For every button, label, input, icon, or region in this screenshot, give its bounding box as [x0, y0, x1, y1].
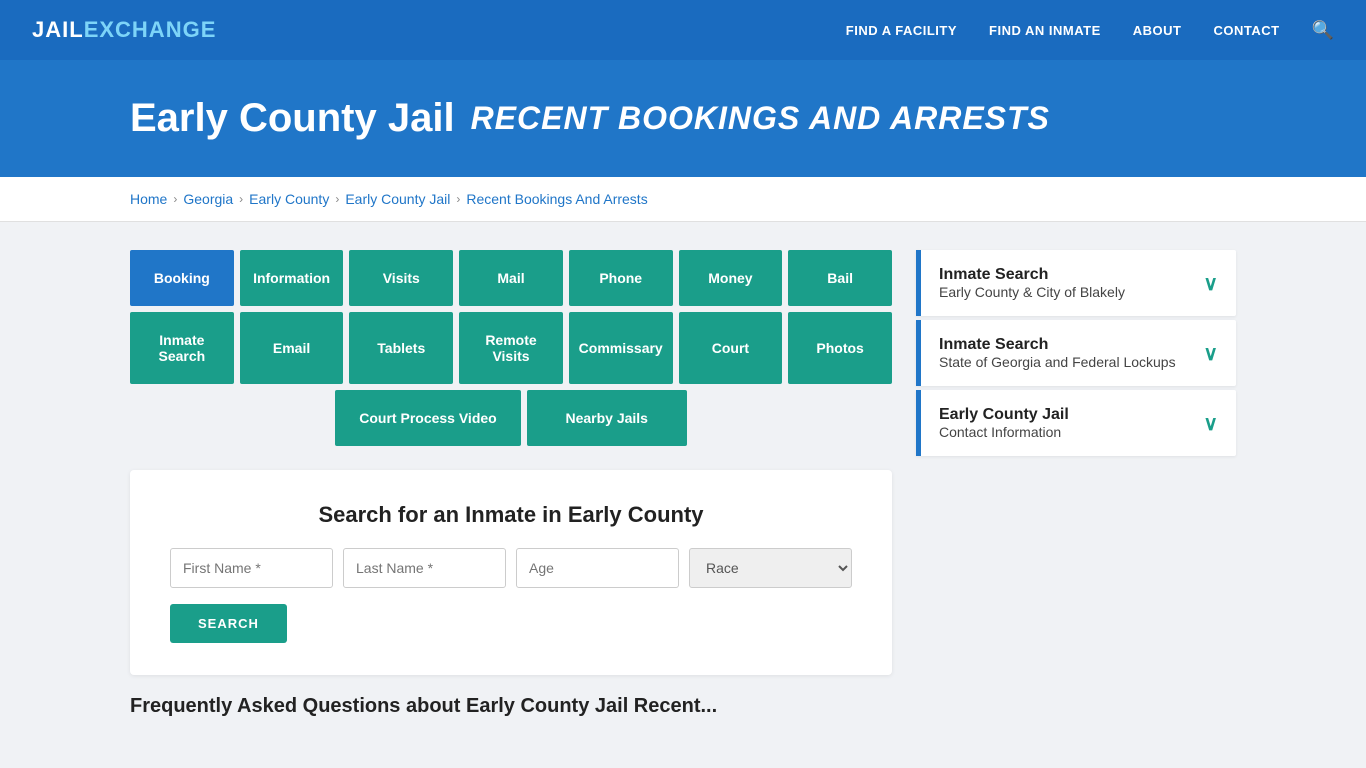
btn-photos[interactable]: Photos	[788, 312, 892, 384]
btn-bail[interactable]: Bail	[788, 250, 892, 306]
btn-mail[interactable]: Mail	[459, 250, 563, 306]
main-content: Booking Information Visits Mail Phone Mo…	[0, 222, 1366, 750]
first-name-input[interactable]	[170, 548, 333, 588]
chevron-icon-1: ∨	[1203, 271, 1218, 296]
sidebar-card-titles-2: Inmate Search State of Georgia and Feder…	[939, 336, 1176, 370]
btn-court[interactable]: Court	[679, 312, 783, 384]
breadcrumb-current: Recent Bookings And Arrests	[466, 191, 647, 207]
breadcrumb-sep-3: ›	[335, 192, 339, 206]
breadcrumb-sep-1: ›	[173, 192, 177, 206]
sidebar-card-title-bottom-2: State of Georgia and Federal Lockups	[939, 354, 1176, 370]
breadcrumb-sep-4: ›	[456, 192, 460, 206]
breadcrumb-georgia[interactable]: Georgia	[183, 191, 233, 207]
nav-find-facility[interactable]: FIND A FACILITY	[846, 23, 957, 38]
search-panel: Search for an Inmate in Early County Rac…	[130, 470, 892, 675]
sidebar-card-contact-info: Early County Jail Contact Information ∨	[916, 390, 1236, 456]
right-sidebar: Inmate Search Early County & City of Bla…	[916, 250, 1236, 460]
sidebar-card-inmate-search-early: Inmate Search Early County & City of Bla…	[916, 250, 1236, 316]
race-select[interactable]: Race White Black Hispanic Asian Other	[689, 548, 852, 588]
logo-exchange: EXCHANGE	[84, 17, 217, 43]
btn-inmate-search[interactable]: Inmate Search	[130, 312, 234, 384]
faq-title: Frequently Asked Questions about Early C…	[130, 695, 892, 718]
sidebar-card-header-2[interactable]: Inmate Search State of Georgia and Feder…	[916, 320, 1236, 386]
btn-visits[interactable]: Visits	[349, 250, 453, 306]
search-icon[interactable]: 🔍	[1312, 20, 1334, 41]
btn-nearby-jails[interactable]: Nearby Jails	[527, 390, 687, 446]
sidebar-card-title-top-2: Inmate Search	[939, 336, 1176, 354]
nav-button-row1: Booking Information Visits Mail Phone Mo…	[130, 250, 892, 306]
sidebar-card-title-top-3: Early County Jail	[939, 406, 1069, 424]
chevron-icon-2: ∨	[1203, 341, 1218, 366]
search-button[interactable]: SEARCH	[170, 604, 287, 643]
sidebar-card-title-top-1: Inmate Search	[939, 266, 1125, 284]
sidebar-card-titles-1: Inmate Search Early County & City of Bla…	[939, 266, 1125, 300]
btn-email[interactable]: Email	[240, 312, 344, 384]
faq-section: Frequently Asked Questions about Early C…	[130, 695, 892, 718]
nav-contact[interactable]: CONTACT	[1213, 23, 1279, 38]
logo-jail: JAIL	[32, 17, 84, 43]
breadcrumb-early-county-jail[interactable]: Early County Jail	[345, 191, 450, 207]
hero-main-title: Early County Jail	[130, 96, 455, 141]
breadcrumb: Home › Georgia › Early County › Early Co…	[0, 177, 1366, 222]
breadcrumb-home[interactable]: Home	[130, 191, 167, 207]
btn-tablets[interactable]: Tablets	[349, 312, 453, 384]
nav-button-row3: Court Process Video Nearby Jails	[130, 390, 892, 446]
sidebar-card-titles-3: Early County Jail Contact Information	[939, 406, 1069, 440]
page-title: Early County Jail Recent Bookings and Ar…	[130, 96, 1334, 141]
sidebar-card-title-bottom-3: Contact Information	[939, 424, 1069, 440]
btn-commissary[interactable]: Commissary	[569, 312, 673, 384]
btn-money[interactable]: Money	[679, 250, 783, 306]
last-name-input[interactable]	[343, 548, 506, 588]
nav-button-row2: Inmate Search Email Tablets Remote Visit…	[130, 312, 892, 384]
hero-subtitle: Recent Bookings and Arrests	[471, 100, 1050, 137]
sidebar-card-title-bottom-1: Early County & City of Blakely	[939, 284, 1125, 300]
left-panel: Booking Information Visits Mail Phone Mo…	[130, 250, 892, 722]
chevron-icon-3: ∨	[1203, 411, 1218, 436]
site-logo[interactable]: JAILEXCHANGE	[32, 17, 216, 43]
btn-booking[interactable]: Booking	[130, 250, 234, 306]
age-input[interactable]	[516, 548, 679, 588]
btn-remote-visits[interactable]: Remote Visits	[459, 312, 563, 384]
hero-section: Early County Jail Recent Bookings and Ar…	[0, 60, 1366, 177]
btn-phone[interactable]: Phone	[569, 250, 673, 306]
nav-find-inmate[interactable]: FIND AN INMATE	[989, 23, 1101, 38]
navbar: JAILEXCHANGE FIND A FACILITY FIND AN INM…	[0, 0, 1366, 60]
search-fields: Race White Black Hispanic Asian Other	[170, 548, 852, 588]
navbar-links: FIND A FACILITY FIND AN INMATE ABOUT CON…	[846, 20, 1334, 41]
sidebar-card-header-1[interactable]: Inmate Search Early County & City of Bla…	[916, 250, 1236, 316]
search-title: Search for an Inmate in Early County	[170, 502, 852, 528]
breadcrumb-early-county[interactable]: Early County	[249, 191, 329, 207]
breadcrumb-sep-2: ›	[239, 192, 243, 206]
sidebar-card-header-3[interactable]: Early County Jail Contact Information ∨	[916, 390, 1236, 456]
btn-court-process-video[interactable]: Court Process Video	[335, 390, 520, 446]
nav-about[interactable]: ABOUT	[1133, 23, 1182, 38]
sidebar-card-inmate-search-georgia: Inmate Search State of Georgia and Feder…	[916, 320, 1236, 386]
btn-information[interactable]: Information	[240, 250, 344, 306]
